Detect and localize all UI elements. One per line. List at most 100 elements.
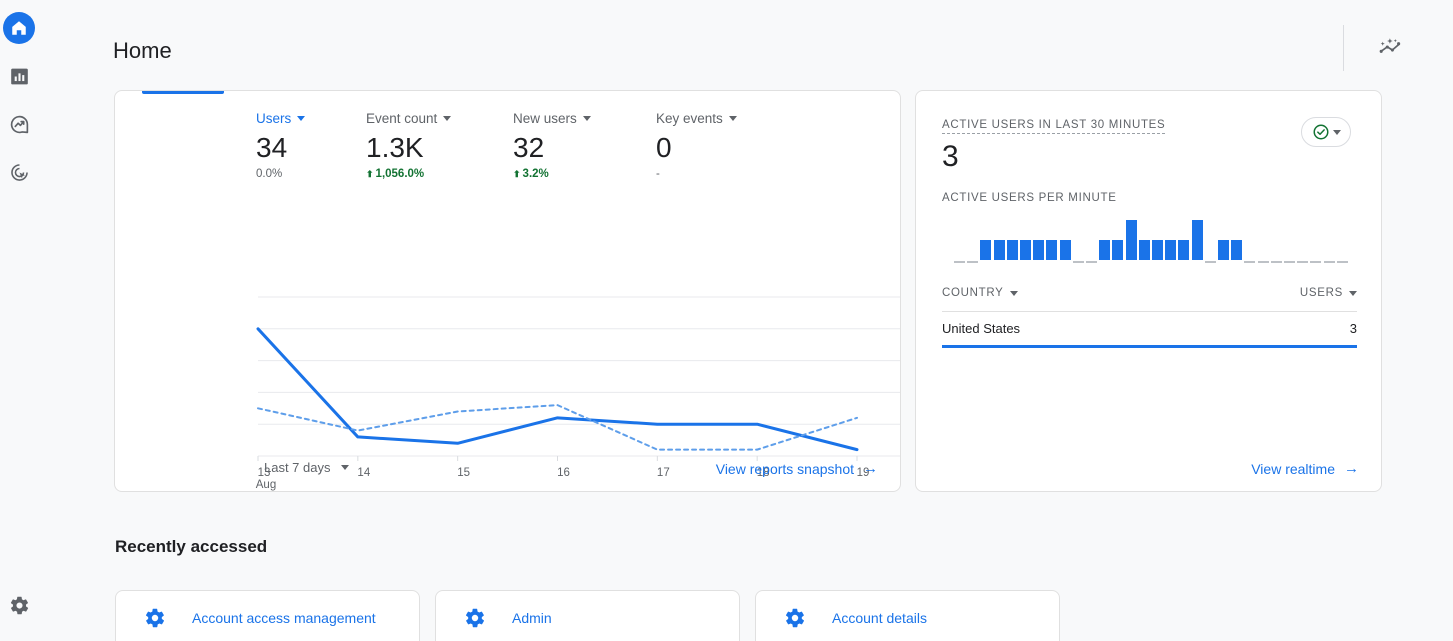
header-divider [1343, 25, 1344, 71]
realtime-title: ACTIVE USERS IN LAST 30 MINUTES [942, 119, 1165, 134]
metric-delta: ⬆1,056.0% [366, 168, 451, 180]
metric-selector-1[interactable]: Event count [366, 111, 451, 126]
minute-bar [980, 240, 991, 260]
cell-country: United States [942, 321, 1020, 336]
recent-item-label: Account details [832, 610, 927, 626]
rail-item-home[interactable] [0, 4, 38, 52]
metric-new-users: New users 32 ⬆3.2% [513, 111, 591, 180]
metric-value: 32 [513, 132, 591, 164]
column-header-country[interactable]: COUNTRY [942, 287, 1018, 299]
rail-item-reports[interactable] [0, 52, 38, 100]
minute-bar [1020, 240, 1031, 260]
metric-selector-3[interactable]: Key events [656, 111, 737, 126]
metric-key-events: Key events0- [656, 111, 737, 180]
rail-item-explore[interactable] [0, 100, 38, 148]
metric-event-count: Event count 1.3K ⬆1,056.0% [366, 111, 451, 180]
chevron-down-icon [1333, 130, 1341, 135]
page-header: Home [38, 0, 1453, 86]
chevron-down-icon [1349, 291, 1357, 296]
metric-label: New users [513, 111, 577, 126]
table-header-row: COUNTRY USERS [942, 287, 1357, 311]
date-range-selector[interactable]: Last 7 days [256, 455, 357, 480]
advertising-target-icon [9, 162, 30, 183]
overview-card: Users340.0%Event count1.3K⬆1,056.0%New u… [114, 90, 901, 492]
metric-selector-0[interactable]: Users [256, 111, 305, 126]
metric-delta-value: - [656, 168, 660, 180]
app-root: Home Users340.0%Event count1.3K⬆1,056.0%… [0, 0, 1453, 641]
view-realtime-link[interactable]: View realtime → [1251, 461, 1359, 477]
row-value-bar [942, 345, 1357, 348]
recent-item-label: Admin [512, 610, 552, 626]
realtime-card-footer: View realtime → [916, 435, 1381, 491]
metric-users: Users 34 0.0% [256, 111, 305, 180]
metric-delta-value: 3.2% [523, 168, 549, 180]
date-range-label: Last 7 days [264, 460, 331, 475]
metric-delta: - [656, 168, 737, 180]
metric-label: Users [256, 111, 291, 126]
recent-item-admin[interactable]: Admin [435, 590, 740, 641]
realtime-card: ACTIVE USERS IN LAST 30 MINUTES 3 ACTIVE… [915, 90, 1382, 492]
metric-delta-value: 0.0% [256, 168, 282, 180]
metric-label: Event count [366, 111, 437, 126]
metric-selector-2[interactable]: New users [513, 111, 591, 126]
metric-value: 34 [256, 132, 305, 164]
arrow-up-icon: ⬆ [513, 169, 521, 180]
minute-bar [1178, 240, 1189, 260]
view-reports-snapshot-label: View reports snapshot [716, 461, 854, 477]
metric-delta: 0.0% [256, 168, 305, 180]
metric-delta-value: 1,056.0% [376, 168, 425, 180]
minute-bar [1112, 240, 1123, 260]
column-header-country-label: COUNTRY [942, 287, 1004, 299]
bars-baseline [954, 262, 1348, 263]
insights-button[interactable] [1368, 26, 1412, 70]
minute-bar [1152, 240, 1163, 260]
metric-delta: ⬆3.2% [513, 168, 591, 180]
recently-accessed-title: Recently accessed [115, 537, 267, 557]
rail-item-admin[interactable] [0, 581, 38, 629]
minute-bar [994, 240, 1005, 260]
recent-item-account-details[interactable]: Account details [755, 590, 1060, 641]
minute-bar [1139, 240, 1150, 260]
chevron-down-icon [729, 116, 737, 121]
chevron-down-icon [583, 116, 591, 121]
minute-bar [1126, 220, 1137, 260]
metric-value: 1.3K [366, 132, 451, 164]
minute-bar [1046, 240, 1057, 260]
data-quality-badge-realtime[interactable] [1301, 117, 1351, 147]
chevron-down-icon [297, 116, 305, 121]
arrow-up-icon: ⬆ [366, 169, 374, 180]
minute-bar [1007, 240, 1018, 260]
gear-icon [784, 607, 806, 629]
realtime-country-table: COUNTRY USERS United States 3 [942, 287, 1357, 348]
series-line-0 [258, 329, 857, 450]
cell-users: 3 [1350, 321, 1357, 336]
active-tab-indicator [142, 91, 224, 94]
explore-trend-icon [9, 114, 30, 135]
arrow-right-icon: → [1344, 462, 1359, 476]
gear-icon [9, 595, 30, 616]
chevron-down-icon [341, 465, 349, 470]
recent-item-account-access-management[interactable]: Account access management [115, 590, 420, 641]
overview-card-footer: Last 7 days View reports snapshot → [115, 435, 900, 491]
realtime-active-users-value: 3 [942, 139, 959, 175]
check-circle-icon [1312, 123, 1330, 141]
table-body: United States 3 [942, 312, 1357, 348]
minute-bar [1033, 240, 1044, 260]
view-reports-snapshot-link[interactable]: View reports snapshot → [716, 461, 878, 477]
minute-bar [1192, 220, 1203, 260]
chevron-down-icon [1010, 291, 1018, 296]
bar-chart-icon [9, 66, 30, 87]
arrow-right-icon: → [863, 462, 878, 476]
table-row[interactable]: United States 3 [942, 312, 1357, 345]
minute-bar [1218, 240, 1229, 260]
home-icon [3, 12, 35, 44]
chevron-down-icon [443, 116, 451, 121]
recent-item-label: Account access management [192, 610, 376, 626]
column-header-users[interactable]: USERS [1300, 287, 1357, 299]
rail-item-advertising[interactable] [0, 148, 38, 196]
minute-bar [1165, 240, 1176, 260]
gear-icon [464, 607, 486, 629]
metric-label: Key events [656, 111, 723, 126]
active-users-per-minute-bars [954, 211, 1359, 263]
realtime-subtitle: ACTIVE USERS PER MINUTE [942, 192, 1117, 204]
